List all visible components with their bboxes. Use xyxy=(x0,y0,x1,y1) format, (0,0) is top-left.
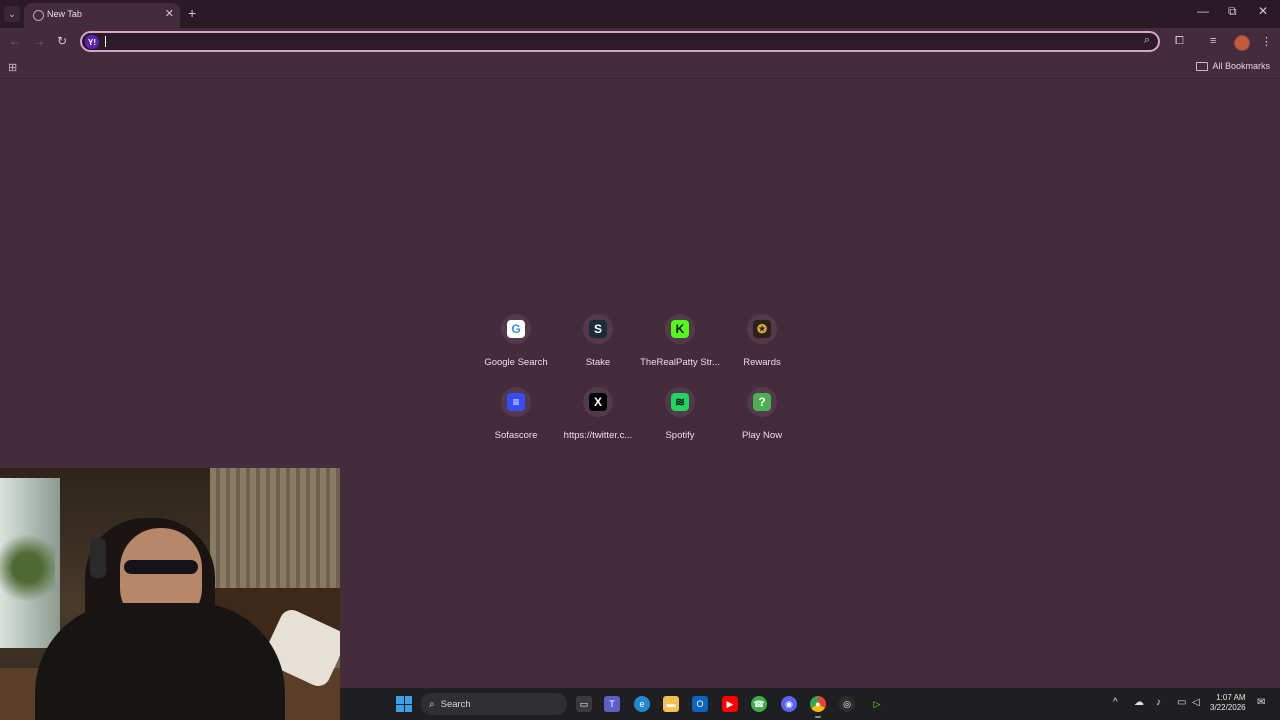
back-icon[interactable]: ← xyxy=(9,34,21,48)
clock-time: 1:07 AM xyxy=(1216,693,1246,702)
tab-new-tab[interactable]: New Tab ✕ xyxy=(24,3,180,28)
shortcut-tile[interactable]: ? Play Now xyxy=(721,386,803,441)
shortcut-tile[interactable]: K TheRealPatty Str... xyxy=(639,313,721,368)
shortcut-label: Rewards xyxy=(743,357,781,368)
profile-avatar[interactable] xyxy=(1234,35,1250,51)
network-icon[interactable]: ▭ xyxy=(1177,697,1186,708)
apps-grid-icon[interactable]: ⊞ xyxy=(8,61,17,74)
zoom-icon[interactable]: ⌕ xyxy=(1144,34,1150,47)
shortcut-icon-bg: X xyxy=(583,387,613,417)
clock-date: 3/22/2026 xyxy=(1210,703,1246,712)
menu-icon[interactable]: ⋮ xyxy=(1261,35,1272,48)
microphone-icon[interactable]: ♪ xyxy=(1156,697,1161,708)
shortcut-icon-bg: K xyxy=(665,314,695,344)
x-twitter-icon: X xyxy=(589,393,607,411)
tab-search-button[interactable]: ⌄ xyxy=(4,6,20,22)
shortcut-tile[interactable]: ✪ Rewards xyxy=(721,313,803,368)
shortcut-icon-bg: S xyxy=(583,314,613,344)
notifications-icon[interactable]: ✉ xyxy=(1257,697,1265,708)
shortcut-label: Spotify xyxy=(665,430,695,441)
all-bookmarks-label: All Bookmarks xyxy=(1212,61,1270,71)
rewards-icon: ✪ xyxy=(753,320,771,338)
shortcut-label: Sofascore xyxy=(494,430,538,441)
shortcut-label: https://twitter.c... xyxy=(563,430,633,441)
shortcut-icon-bg: ≡ xyxy=(501,387,531,417)
shortcut-label: TheRealPatty Str... xyxy=(640,357,720,368)
shortcut-tile[interactable]: Xhttps://twitter.c... xyxy=(557,386,639,441)
chrome-active-indicator xyxy=(815,716,821,718)
tab-title: New Tab xyxy=(47,9,82,19)
shortcut-grid: G Google Search S Stake K TheRealPatty Str...… xyxy=(475,313,803,441)
shortcut-label: Stake xyxy=(585,357,611,368)
google-icon: G xyxy=(507,320,525,338)
shortcut-icon-bg: ✪ xyxy=(747,314,777,344)
shortcut-icon-bg: G xyxy=(501,314,531,344)
tab-strip: ⌄ New Tab ✕ + — ⧉ ✕ xyxy=(0,0,1280,28)
obs-icon[interactable]: ◎ xyxy=(839,696,855,712)
show-hidden-icons-icon[interactable]: ^ xyxy=(1113,697,1118,708)
address-bar[interactable]: Y! ⌕ xyxy=(80,31,1160,52)
shortcut-label: Play Now xyxy=(741,430,783,441)
browser-toolbar: ← → ↻ Y! ⌕ ⧠ ≡ ⋮ xyxy=(0,28,1280,56)
onedrive-icon[interactable]: ☁ xyxy=(1134,697,1144,708)
task-view-icon[interactable]: ▭ xyxy=(576,696,592,712)
search-icon: ⌕ xyxy=(429,698,435,710)
folder-icon xyxy=(1196,61,1209,71)
text-cursor xyxy=(105,36,106,47)
taskbar-clock[interactable]: 1:07 AM 3/22/2026 xyxy=(1210,693,1246,713)
minimize-icon[interactable]: — xyxy=(1197,4,1209,18)
taskbar-search[interactable]: ⌕ Search xyxy=(421,693,567,715)
reload-icon[interactable]: ↻ xyxy=(57,34,67,48)
tab-close-icon[interactable]: ✕ xyxy=(165,7,174,20)
shortcut-tile[interactable]: ≋ Spotify xyxy=(639,386,721,441)
discord-icon[interactable]: ◉ xyxy=(781,696,797,712)
windows-start-icon[interactable] xyxy=(396,696,412,712)
extensions-icon[interactable]: ⧠ xyxy=(1175,35,1184,48)
taskbar-search-label: Search xyxy=(440,698,471,710)
outlook-icon[interactable]: O xyxy=(692,696,708,712)
yahoo-search-icon: Y! xyxy=(85,35,99,49)
sofascore-icon: ≡ xyxy=(507,393,525,411)
shortcut-icon-bg: ? xyxy=(747,387,777,417)
media-controls-icon[interactable]: ≡ xyxy=(1210,35,1216,47)
shortcut-icon-bg: ≋ xyxy=(665,387,695,417)
stake-icon: S xyxy=(589,320,607,338)
chrome-icon[interactable]: ● xyxy=(810,696,826,712)
webcam-overlay xyxy=(0,468,340,720)
volume-icon[interactable]: ◁ xyxy=(1192,697,1200,708)
kick-stream-icon[interactable]: ▷ xyxy=(869,696,885,712)
android-app-icon[interactable]: ☎ xyxy=(751,696,767,712)
bookmarks-bar: ⊞ All Bookmarks xyxy=(0,56,1280,79)
teams-icon[interactable]: T xyxy=(604,696,620,712)
all-bookmarks-button[interactable]: All Bookmarks xyxy=(1196,61,1270,71)
youtube-icon[interactable]: ▶ xyxy=(722,696,738,712)
kick-icon: K xyxy=(671,320,689,338)
edge-icon[interactable]: e xyxy=(634,696,650,712)
play-now-icon: ? xyxy=(753,393,771,411)
forward-icon[interactable]: → xyxy=(33,34,45,48)
shortcut-label: Google Search xyxy=(484,357,548,368)
globe-icon xyxy=(33,10,44,21)
shortcut-tile[interactable]: ≡ Sofascore xyxy=(475,386,557,441)
chevron-down-icon: ⌄ xyxy=(8,8,16,19)
new-tab-button[interactable]: + xyxy=(188,5,196,21)
restore-icon[interactable]: ⧉ xyxy=(1228,4,1237,19)
spotify-icon: ≋ xyxy=(671,393,689,411)
file-explorer-icon[interactable]: ▬ xyxy=(663,696,679,712)
close-window-icon[interactable]: ✕ xyxy=(1258,4,1268,18)
shortcut-tile[interactable]: S Stake xyxy=(557,313,639,368)
shortcut-tile[interactable]: G Google Search xyxy=(475,313,557,368)
windows-taskbar: ⌕ Search ▭ T e ▬ O ▶ ☎ ◉ ● ◎ ▷ ^ ☁ ♪ ▭ ◁… xyxy=(340,688,1280,720)
